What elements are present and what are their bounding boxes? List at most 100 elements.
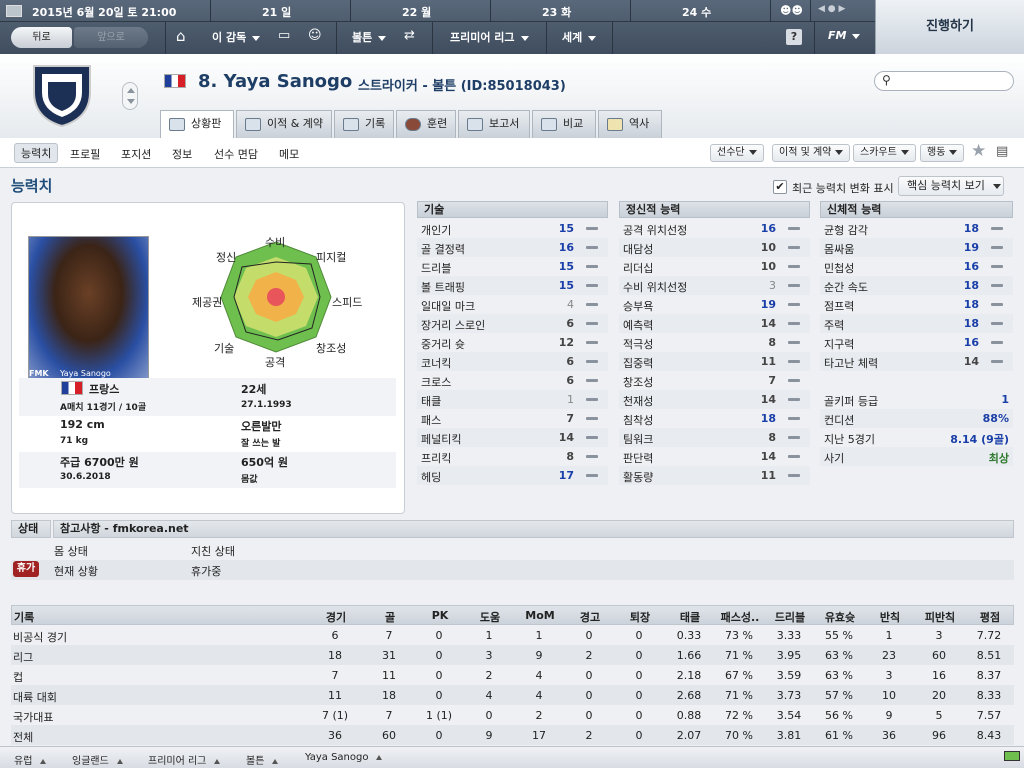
stats-column-header[interactable]: 반칙 xyxy=(866,609,914,625)
staff-icon[interactable]: ☺ xyxy=(308,28,322,43)
attribute-value: 18 xyxy=(963,279,979,292)
stats-column-header[interactable]: 경고 xyxy=(566,609,614,625)
stats-row: 전체 36 60 0 9 17 2 0 2.07 70 % 3.81 61 % 36 96 8.43 xyxy=(11,725,1014,745)
attribute-value: 7 xyxy=(566,412,574,425)
attribute-name: 볼 트래핑 xyxy=(421,281,465,294)
attribute-value: 14 xyxy=(760,450,776,463)
attribute-name: 페널티킥 xyxy=(421,433,462,446)
attribute-row: 대담성 10 xyxy=(619,238,810,257)
playback-controls-icon[interactable]: ◀ ● ▶ xyxy=(818,4,845,14)
stats-column-header[interactable]: 경기 xyxy=(312,609,360,625)
subnav-profile[interactable]: 프로필 xyxy=(70,146,100,162)
tab-reports[interactable]: 보고서 xyxy=(458,110,530,138)
stats-cell: 2.68 xyxy=(676,689,702,702)
stats-column-header[interactable]: 골 xyxy=(366,609,414,625)
prev-next-player-button[interactable] xyxy=(122,82,138,110)
status-row-situation: 휴가 현재 상황 휴가중 xyxy=(11,560,1014,580)
stats-column-header[interactable]: 피반칙 xyxy=(916,609,964,625)
breadcrumb-league[interactable]: 프리미어 리그 xyxy=(148,752,221,767)
recent-change-label: 최근 능력치 변화 표시 xyxy=(792,182,894,195)
stats-cell: 20 xyxy=(932,689,946,702)
home-icon[interactable]: ⌂ xyxy=(176,27,186,45)
breadcrumb-club[interactable]: 볼튼 xyxy=(246,752,279,767)
world-menu[interactable]: 세계 xyxy=(562,29,597,45)
day-22[interactable]: 22 월 xyxy=(402,4,431,20)
stats-column-header[interactable]: 드리블 xyxy=(766,609,814,625)
league-menu[interactable]: 프리미어 리그 xyxy=(450,29,529,45)
help-button[interactable]: ? xyxy=(786,29,802,45)
add-note-icon[interactable]: ▤ xyxy=(996,144,1008,159)
manager-menu[interactable]: 이 감독 xyxy=(212,29,261,45)
stats-column-header[interactable]: 태클 xyxy=(666,609,714,625)
calendar-icon[interactable] xyxy=(6,5,22,17)
subnav-info[interactable]: 정보 xyxy=(172,146,192,162)
attribute-row: 헤딩 17 xyxy=(417,466,608,485)
tab-contract[interactable]: 이적 & 계약 xyxy=(236,110,332,138)
stats-cell: 8.51 xyxy=(976,649,1002,662)
stats-column-header[interactable]: 기록 xyxy=(14,609,34,625)
day-24[interactable]: 24 수 xyxy=(682,4,711,20)
transfer-contract-dropdown[interactable]: 이적 및 계약 xyxy=(772,144,851,162)
attribute-value: 4 xyxy=(567,298,574,311)
transfer-icon[interactable]: ⇄ xyxy=(404,28,415,43)
date-of-birth: 27.1.1993 xyxy=(241,400,292,410)
subnav-interaction[interactable]: 선수 면담 xyxy=(214,146,258,162)
trend-icon xyxy=(991,322,1003,325)
attribute-name: 일대일 마크 xyxy=(421,300,476,313)
search-input[interactable]: ⚲ xyxy=(874,71,1014,91)
people-icon[interactable]: ☻☻ xyxy=(780,4,803,17)
attribute-name: 집중력 xyxy=(623,357,654,370)
tab-training[interactable]: 훈련 xyxy=(396,110,456,138)
stats-cell: 60 xyxy=(382,729,396,742)
action-dropdown[interactable]: 행동 xyxy=(920,144,965,162)
stats-column-header[interactable]: 퇴장 xyxy=(616,609,664,625)
continue-button[interactable]: 진행하기 xyxy=(875,0,1024,54)
attribute-value: 14 xyxy=(558,431,574,444)
stats-cell: 0 xyxy=(635,689,643,702)
stats-cell: 71 % xyxy=(725,689,753,702)
tab-history[interactable]: 역사 xyxy=(598,110,662,138)
trend-icon xyxy=(788,436,800,439)
trend-icon xyxy=(991,265,1003,268)
tab-overview[interactable]: 상황판 xyxy=(160,110,234,139)
radar-label-creativity: 창조성 xyxy=(316,342,347,355)
condition-row: 지난 5경기 8.14 (9골) xyxy=(820,428,1013,447)
subnav-notes[interactable]: 메모 xyxy=(279,146,299,162)
stats-column-header[interactable]: 패스성.. xyxy=(716,609,764,625)
stats-column-header[interactable]: 도움 xyxy=(466,609,514,625)
technical-header: 기술 xyxy=(417,201,608,218)
club-badge-icon xyxy=(33,65,91,128)
tab-history-stats[interactable]: 기록 xyxy=(334,110,394,138)
forward-button[interactable]: 앞으로 xyxy=(74,27,148,48)
stats-cell: 0.33 xyxy=(676,629,702,642)
star-icon[interactable]: ★ xyxy=(971,141,986,161)
stats-cell: 0 xyxy=(585,669,593,682)
breadcrumb-england[interactable]: 잉글랜드 xyxy=(72,752,123,767)
squad-dropdown[interactable]: 선수단 xyxy=(710,144,764,162)
info-row-contract: 주급 6700만 원 30.6.2018 650억 원 몸값 xyxy=(19,452,396,488)
stats-cell: 0 xyxy=(635,669,643,682)
breadcrumb-europe[interactable]: 유럽 xyxy=(14,752,47,767)
subnav-positions[interactable]: 포지션 xyxy=(121,146,151,162)
stats-cell: 1 (1) xyxy=(425,709,453,722)
stats-column-header[interactable]: 유효슛 xyxy=(816,609,864,625)
inbox-icon[interactable]: ▭ xyxy=(278,28,290,43)
stats-cell: 3.59 xyxy=(776,669,802,682)
body-value: 지친 상태 xyxy=(191,545,235,558)
day-21[interactable]: 21 일 xyxy=(262,4,291,20)
subnav-attributes[interactable]: 능력치 xyxy=(14,143,59,163)
back-button[interactable]: 뒤로 xyxy=(11,27,72,48)
breadcrumb-player[interactable]: Yaya Sanogo xyxy=(305,752,383,763)
key-attributes-dropdown[interactable]: 핵심 능력치 보기 xyxy=(898,176,1004,196)
club-menu[interactable]: 볼튼 xyxy=(352,29,387,45)
attribute-value: 15 xyxy=(558,222,574,235)
stats-column-header[interactable]: PK xyxy=(416,609,464,622)
recent-change-checkbox[interactable]: ✔ xyxy=(773,180,787,194)
stats-column-header[interactable]: 평점 xyxy=(966,609,1014,625)
overview-icon xyxy=(169,118,185,131)
scout-dropdown[interactable]: 스카우트 xyxy=(853,144,916,162)
stats-column-header[interactable]: MoM xyxy=(516,609,564,622)
fm-menu[interactable]: FM xyxy=(828,29,861,42)
tab-compare[interactable]: 비교 xyxy=(532,110,596,138)
day-23[interactable]: 23 화 xyxy=(542,4,571,20)
